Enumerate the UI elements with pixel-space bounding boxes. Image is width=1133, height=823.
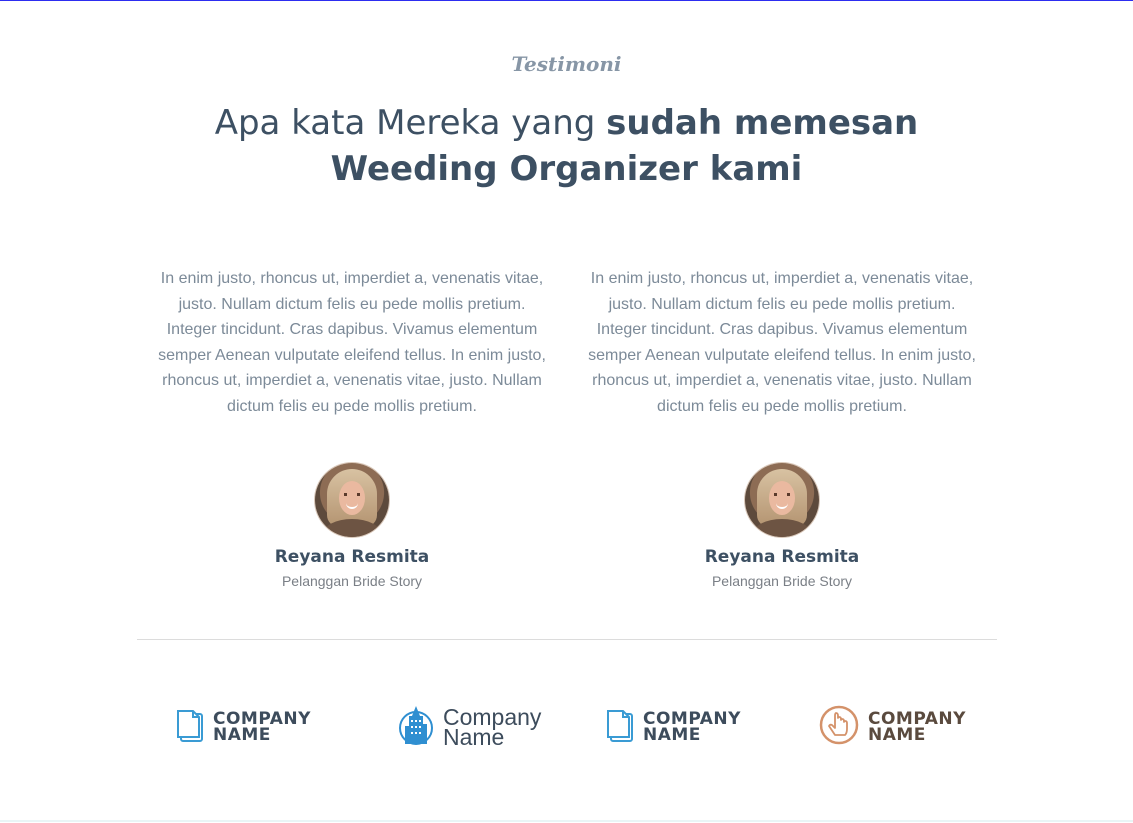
company-name-line2: NAME xyxy=(643,725,701,745)
company-name-line2: NAME xyxy=(868,725,926,745)
bottom-border xyxy=(0,820,1133,822)
section-divider xyxy=(137,639,997,640)
top-border xyxy=(0,0,1133,1)
testimonial-name: Reyana Resmita xyxy=(274,547,430,567)
testimonial-card: In enim justo, rhoncus ut, imperdiet a, … xyxy=(582,266,982,589)
document-stack-icon xyxy=(175,707,205,747)
testimonial-role: Pelanggan Bride Story xyxy=(711,573,853,589)
avatar xyxy=(315,463,389,537)
company-name-line2: Name xyxy=(443,724,505,750)
avatar xyxy=(745,463,819,537)
testimonial-role: Pelanggan Bride Story xyxy=(281,573,423,589)
company-logo: COMPANY NAME xyxy=(818,702,966,752)
section-heading: Apa kata Mereka yang sudah memesan Weedi… xyxy=(140,100,993,192)
heading-regular: Apa kata Mereka yang xyxy=(214,103,607,143)
company-logo: Company Name xyxy=(397,702,541,752)
testimonial-card: In enim justo, rhoncus ut, imperdiet a, … xyxy=(152,266,552,589)
testimonial-quote: In enim justo, rhoncus ut, imperdiet a, … xyxy=(158,270,546,415)
company-name-line2: NAME xyxy=(213,725,271,745)
section-eyebrow: Testimoni xyxy=(511,52,622,76)
city-building-icon xyxy=(397,702,435,752)
testimonial-quote: In enim justo, rhoncus ut, imperdiet a, … xyxy=(588,270,976,415)
document-stack-icon xyxy=(605,707,635,747)
testimonial-name: Reyana Resmita xyxy=(704,547,860,567)
company-logo: COMPANY NAME xyxy=(605,702,741,752)
company-logo: COMPANY NAME xyxy=(175,702,311,752)
pointer-hand-icon xyxy=(818,704,860,750)
